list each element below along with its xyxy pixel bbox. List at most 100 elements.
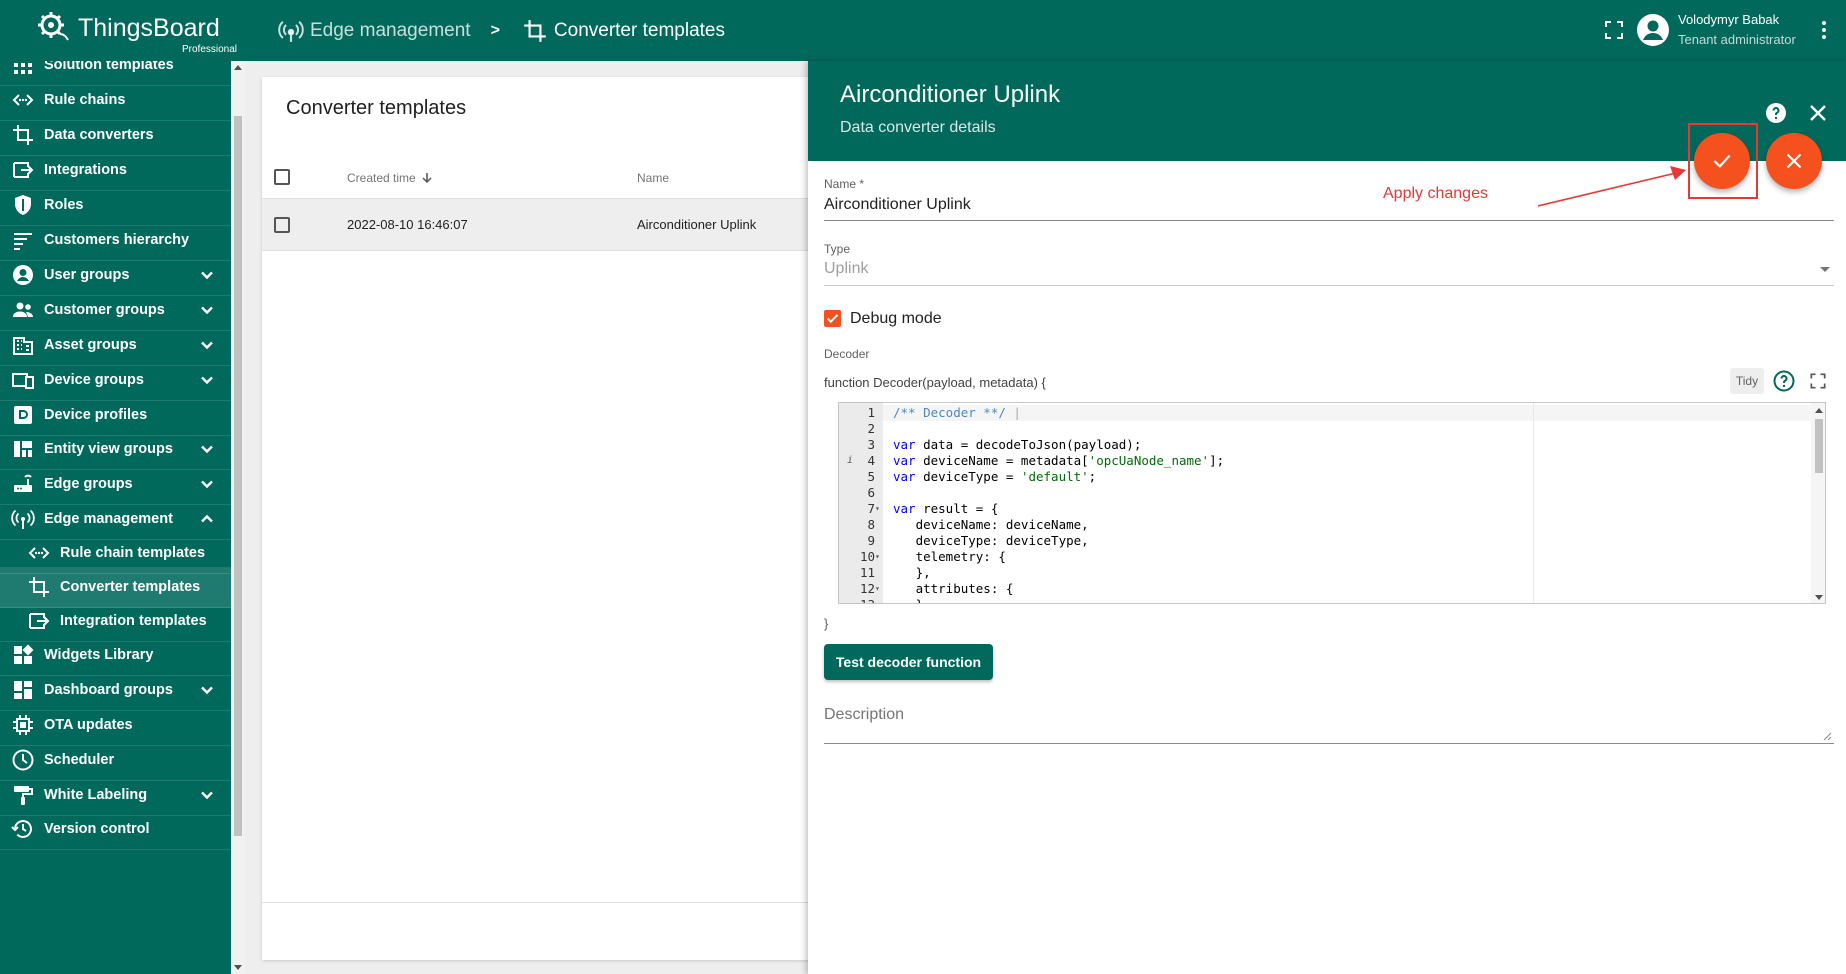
page-title: Converter templates: [286, 97, 467, 119]
sidebar-item-label: Version control: [44, 821, 150, 837]
breadcrumb-edge-management[interactable]: Edge management: [310, 20, 471, 42]
rule-chain-icon: [28, 547, 50, 559]
column-header-created[interactable]: Created time: [347, 171, 434, 185]
function-signature: function Decoder(payload, metadata) {: [824, 375, 1046, 390]
type-select-underline: [824, 285, 1834, 286]
sidebar-scrollbar[interactable]: [231, 61, 245, 974]
decoder-label: Decoder: [824, 347, 870, 361]
table-row[interactable]: 2022-08-10 16:46:07 Airconditioner Uplin…: [262, 199, 822, 251]
router-icon: [14, 474, 32, 492]
breadcrumb-separator: >: [490, 22, 500, 39]
chevron-down-icon[interactable]: [197, 265, 217, 285]
top-toolbar: ThingsBoard Professional Edge management…: [0, 0, 1846, 61]
test-decoder-button[interactable]: Test decoder function: [824, 644, 993, 680]
converter-icon: [13, 125, 33, 145]
chevron-down-icon[interactable]: [197, 474, 217, 494]
device-profile-icon: [14, 406, 32, 424]
sidebar-item-label: Roles: [44, 197, 84, 213]
scroll-up-arrow[interactable]: [1815, 408, 1823, 413]
debug-mode-label[interactable]: Debug mode: [850, 310, 942, 328]
table-header: Created time Name: [262, 155, 822, 199]
chevron-down-icon[interactable]: [197, 300, 217, 320]
people-icon: [13, 302, 33, 317]
building-icon: [13, 337, 33, 355]
name-field[interactable]: Airconditioner Uplink: [824, 196, 971, 214]
dropdown-arrow-icon: [1820, 267, 1830, 272]
sidebar-item-label: Integration templates: [60, 613, 207, 629]
edge-icon: [278, 21, 304, 42]
editor-scrollbar[interactable]: [1811, 403, 1825, 603]
user-name[interactable]: Volodymyr Babak: [1678, 12, 1779, 27]
help-icon[interactable]: [1772, 369, 1796, 393]
resize-handle-icon[interactable]: [1822, 731, 1832, 741]
rule-chain-icon: [12, 94, 34, 106]
sidebar-item-label: Integrations: [44, 162, 127, 178]
history-icon: [11, 820, 32, 838]
close-icon[interactable]: [1806, 101, 1830, 125]
table-footer-divider: [262, 902, 822, 903]
more-vert-icon[interactable]: [1812, 18, 1836, 42]
avatar[interactable]: [1636, 13, 1670, 47]
select-all-checkbox[interactable]: [274, 169, 290, 185]
row-name: Airconditioner Uplink: [637, 217, 757, 232]
function-closing-brace: }: [824, 616, 829, 631]
memory-icon: [13, 715, 33, 735]
chevron-down-icon[interactable]: [197, 785, 217, 805]
sidebar-item-label: Edge management: [44, 511, 173, 527]
sidebar-item-label: Edge groups: [44, 476, 133, 492]
name-field-label: Name *: [824, 177, 865, 191]
decoder-code-editor[interactable]: 1/** Decoder **/ | 2 3 var data = decodeT…: [838, 402, 1826, 604]
debug-mode-checkbox[interactable]: [824, 310, 841, 327]
scroll-thumb[interactable]: [1815, 419, 1823, 473]
scroll-thumb[interactable]: [234, 116, 242, 836]
tidy-button[interactable]: Tidy: [1730, 368, 1764, 394]
devices-icon: [12, 373, 34, 389]
integration-icon: [29, 613, 50, 629]
fullscreen-icon[interactable]: [1602, 18, 1626, 42]
sidebar-item-label: Dashboard groups: [44, 682, 173, 698]
chevron-down-icon[interactable]: [197, 439, 217, 459]
sidebar-item-label: User groups: [44, 267, 130, 283]
chevron-up-icon[interactable]: [197, 509, 217, 529]
user-role: Tenant administrator: [1678, 32, 1796, 47]
description-underline: [824, 743, 1834, 744]
scroll-down-arrow[interactable]: [234, 965, 242, 970]
integration-icon: [13, 162, 34, 178]
annotation-text: Apply changes: [1383, 185, 1488, 202]
sidebar-item-label: White Labeling: [44, 787, 148, 803]
description-field[interactable]: Description: [824, 706, 904, 724]
sidebar-item-label: Converter templates: [60, 579, 201, 595]
logo-name: ThingsBoard: [78, 14, 220, 42]
help-icon[interactable]: [1764, 101, 1788, 125]
clock-icon: [12, 749, 34, 771]
row-checkbox[interactable]: [274, 217, 290, 233]
fullscreen-icon[interactable]: [1808, 371, 1828, 391]
check-icon: [826, 314, 839, 324]
type-select[interactable]: Uplink: [824, 260, 868, 278]
chevron-down-icon[interactable]: [197, 370, 217, 390]
print-margin: [1533, 403, 1534, 603]
sidebar-item-label: Widgets Library: [44, 647, 154, 663]
shield-icon: [15, 195, 31, 215]
app-logo[interactable]: ThingsBoard Professional: [36, 8, 238, 55]
row-created-time: 2022-08-10 16:46:07: [347, 217, 468, 232]
scroll-down-arrow[interactable]: [1815, 595, 1823, 600]
logo-sub: Professional: [182, 44, 238, 55]
thingsboard-logo-icon: [38, 12, 69, 41]
sidebar-item-label: OTA updates: [44, 717, 133, 733]
annotation-arrow-icon: [1538, 166, 1686, 207]
column-header-name[interactable]: Name: [637, 171, 669, 185]
widgets-icon: [14, 644, 34, 664]
sidebar-item-version-control[interactable]: Version control: [0, 809, 231, 850]
cancel-changes-button[interactable]: [1766, 133, 1822, 189]
chevron-down-icon[interactable]: [197, 335, 217, 355]
close-icon: [1786, 153, 1802, 169]
sidebar-item-label: Solution templates: [44, 61, 174, 73]
sidebar-item-label: Asset groups: [44, 337, 137, 353]
sidebar-item-label: Device groups: [44, 372, 144, 388]
type-field-label: Type: [824, 242, 851, 256]
scroll-up-arrow[interactable]: [234, 65, 242, 70]
sidebar-item-label: Data converters: [44, 127, 154, 143]
chevron-down-icon[interactable]: [197, 680, 217, 700]
breadcrumb-converter-templates: Converter templates: [553, 20, 725, 41]
